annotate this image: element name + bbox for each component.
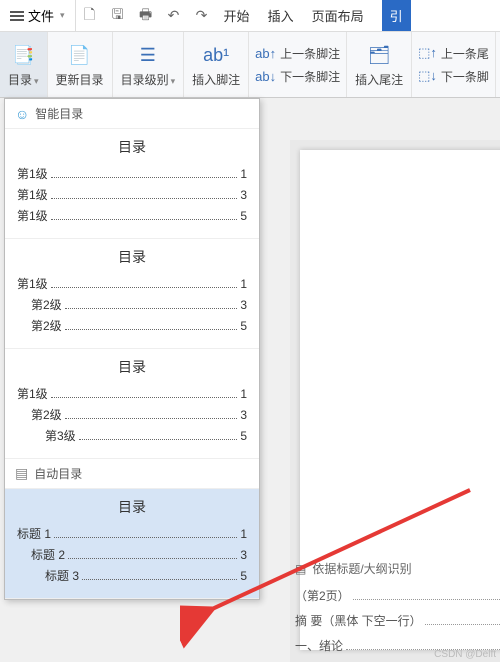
level-icon: ☰ xyxy=(140,41,156,69)
toc-preview-row: 第1级1 xyxy=(17,165,247,182)
toc-preview-row: 第1级1 xyxy=(17,275,247,292)
file-label: 文件 xyxy=(28,6,54,25)
toc-preview-title: 目录 xyxy=(17,137,247,157)
file-menu-button[interactable]: 文件 ▾ xyxy=(0,0,76,31)
next-footnote-button[interactable]: ab↓下一条脚注 xyxy=(255,68,340,85)
prev-footnote-button[interactable]: ab↑上一条脚注 xyxy=(255,45,340,62)
hamburger-icon xyxy=(10,11,24,21)
outline-icon: ▤ xyxy=(295,562,306,576)
toc-level-button[interactable]: ☰ 目录级别▾ xyxy=(113,32,185,97)
qat-undo-icon[interactable]: ↶ xyxy=(160,7,188,24)
footnote-nav-group: ab↑上一条脚注 ab↓下一条脚注 xyxy=(249,32,347,97)
outline-header-label: 依据标题/大纲识别 xyxy=(312,560,411,577)
smart-toc-header: ☺ 智能目录 xyxy=(5,99,259,129)
toc-preview-row: 第1级3 xyxy=(17,186,247,203)
tab-layout[interactable]: 页面布局 xyxy=(312,6,364,25)
qat-save-icon[interactable]: 🖫 xyxy=(104,4,132,28)
qat-print-icon[interactable]: 🖶 xyxy=(132,4,160,28)
toc-style-option[interactable]: 目录第1级1 第2级3 第3级5 xyxy=(5,349,259,459)
footnote-icon: ab¹ xyxy=(203,41,229,69)
toc-preview-row: 标题 11 xyxy=(17,525,247,542)
toc-preview-title: 目录 xyxy=(17,497,247,517)
tab-home[interactable]: 开始 xyxy=(224,6,250,25)
toc-preview-title: 目录 xyxy=(17,357,247,377)
insert-endnote-label: 插入尾注 xyxy=(355,71,403,88)
update-toc-label: 更新目录 xyxy=(56,71,104,88)
insert-endnote-button[interactable]: 🗂 插入尾注 xyxy=(347,32,412,97)
outline-panel: ▤ 依据标题/大纲识别 （第2页）摘 要（黑体 下空一行）一、绪论 xyxy=(295,560,500,662)
next-endnote-icon: ⬚↓ xyxy=(418,68,437,84)
refresh-icon: 📄 xyxy=(68,41,90,69)
quick-access-toolbar: 🗋 🖫 🖶 ↶ ↷ xyxy=(76,0,216,31)
toc-style-option[interactable]: 目录第1级1 第1级3 第1级5 xyxy=(5,129,259,239)
endnote-icon: 🗂 xyxy=(368,41,391,69)
outline-header: ▤ 依据标题/大纲识别 xyxy=(295,560,500,577)
smart-toc-label: 智能目录 xyxy=(35,105,83,122)
next-endnote-button[interactable]: ⬚↓下一条脚 xyxy=(418,68,489,85)
endnote-nav-group: ⬚↑上一条尾 ⬚↓下一条脚 xyxy=(412,32,496,97)
toc-style-option-auto[interactable]: 目录标题 11 标题 23 标题 35 xyxy=(5,489,259,599)
qat-new-icon[interactable]: 🗋 xyxy=(76,4,104,28)
toc-level-label: 目录级别 xyxy=(121,73,169,87)
outline-row[interactable]: （第2页） xyxy=(295,587,500,604)
qat-redo-icon[interactable]: ↷ xyxy=(188,7,216,24)
toc-preview-row: 标题 23 xyxy=(17,546,247,563)
auto-toc-icon: ▤ xyxy=(15,465,28,482)
watermark: CSDN @Delft xyxy=(434,649,496,660)
update-toc-button[interactable]: 📄 更新目录 xyxy=(48,32,113,97)
toc-icon: 📑 xyxy=(12,41,34,69)
top-menu: 文件 ▾ 🗋 🖫 🖶 ↶ ↷ 开始 插入 页面布局 引 xyxy=(0,0,500,32)
toc-preview-row: 标题 35 xyxy=(17,567,247,584)
outline-row[interactable]: 摘 要（黑体 下空一行） xyxy=(295,612,500,629)
prev-footnote-icon: ab↑ xyxy=(255,46,276,61)
toc-preview-row: 第1级5 xyxy=(17,207,247,224)
toc-preview-row: 第3级5 xyxy=(17,427,247,444)
toc-style-option[interactable]: 目录第1级1 第2级3 第2级5 xyxy=(5,239,259,349)
tab-insert[interactable]: 插入 xyxy=(268,6,294,25)
prev-endnote-icon: ⬚↑ xyxy=(418,45,437,61)
toc-preview-row: 第2级3 xyxy=(17,406,247,423)
chevron-down-icon: ▾ xyxy=(60,10,65,21)
ribbon: 📑 目录▾ 📄 更新目录 ☰ 目录级别▾ ab¹ 插入脚注 ab↑上一条脚注 a… xyxy=(0,32,500,98)
prev-endnote-button[interactable]: ⬚↑上一条尾 xyxy=(418,45,489,62)
toc-button[interactable]: 📑 目录▾ xyxy=(0,32,48,97)
toc-preview-row: 第2级5 xyxy=(17,317,247,334)
toc-preview-row: 第1级1 xyxy=(17,385,247,402)
ribbon-tabs: 开始 插入 页面布局 引 xyxy=(224,0,411,31)
toc-preview-row: 第2级3 xyxy=(17,296,247,313)
toc-label: 目录 xyxy=(8,73,32,87)
insert-footnote-button[interactable]: ab¹ 插入脚注 xyxy=(184,32,249,97)
toc-preview-title: 目录 xyxy=(17,247,247,267)
toc-dropdown-panel: ☺ 智能目录 目录第1级1第1级3第1级5目录第1级1第2级3第2级5目录第1级… xyxy=(4,98,260,600)
smart-toc-icon: ☺ xyxy=(15,106,29,122)
auto-toc-header: ▤ 自动目录 xyxy=(5,459,259,489)
insert-footnote-label: 插入脚注 xyxy=(192,71,240,88)
next-footnote-icon: ab↓ xyxy=(255,69,276,84)
auto-toc-label: 自动目录 xyxy=(34,465,82,482)
tab-references[interactable]: 引 xyxy=(382,0,411,31)
